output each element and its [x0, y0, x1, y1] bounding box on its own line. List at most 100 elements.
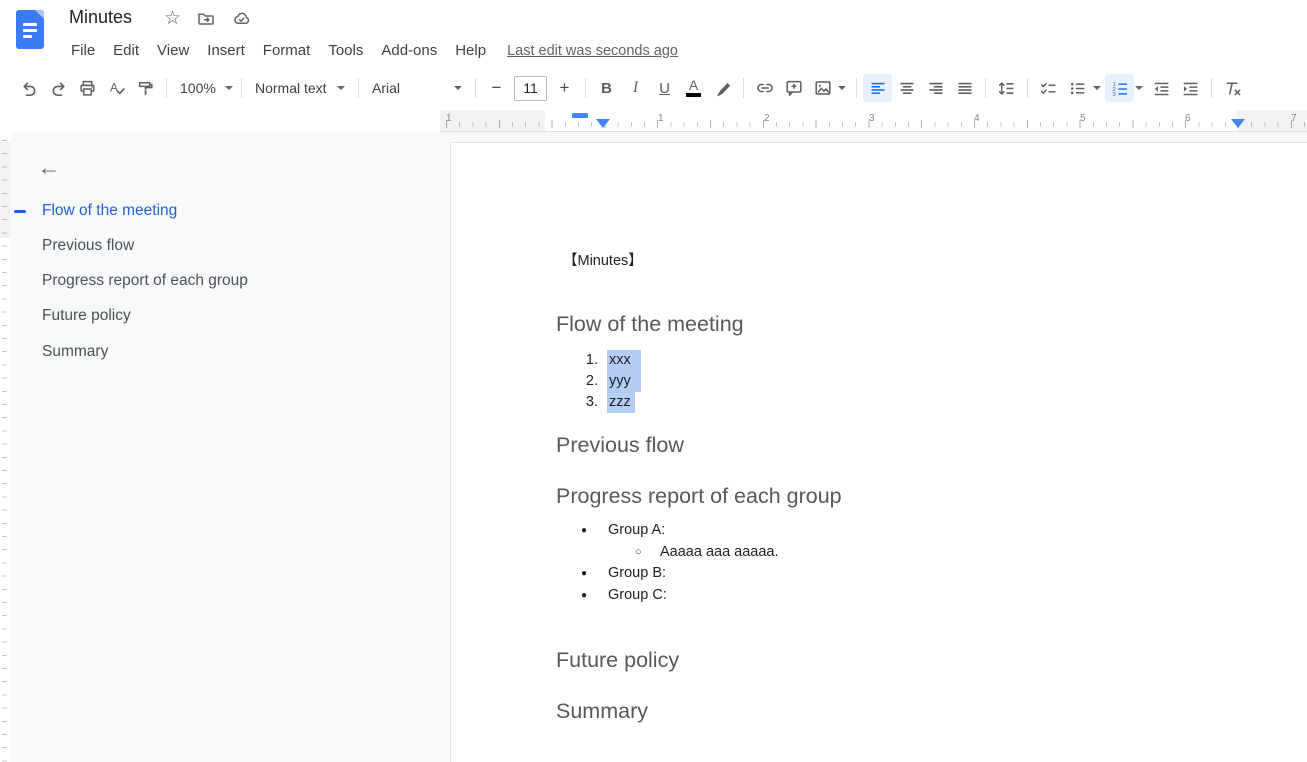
font-size-input[interactable]: 11 — [514, 76, 547, 101]
increase-font-size-button[interactable]: + — [550, 74, 579, 102]
last-edit-link[interactable]: Last edit was seconds ago — [507, 43, 678, 59]
selected-text[interactable]: zzz — [607, 392, 635, 413]
increase-indent-icon — [1181, 79, 1200, 98]
menu-format[interactable]: Format — [254, 39, 320, 62]
doc-heading-summary[interactable]: Summary — [556, 699, 648, 724]
bulleted-list-icon — [1068, 79, 1087, 98]
bold-button[interactable]: B — [592, 74, 621, 102]
list-number: 1. — [569, 350, 598, 371]
doc-kicker-line[interactable]: 【Minutes】 — [563, 249, 643, 270]
justify-icon — [956, 79, 974, 97]
menu-view[interactable]: View — [148, 39, 198, 62]
doc-heading-progress-report[interactable]: Progress report of each group — [556, 484, 842, 509]
doc-heading-future-policy[interactable]: Future policy — [556, 648, 679, 673]
svg-text:3: 3 — [1113, 92, 1117, 98]
numbered-list-icon: 1 2 3 — [1110, 79, 1129, 98]
docs-logo-icon[interactable] — [16, 10, 44, 49]
line-spacing-button[interactable] — [992, 74, 1021, 102]
highlighter-icon — [714, 79, 732, 97]
undo-icon — [20, 79, 39, 98]
spellcheck-button[interactable]: A — [102, 74, 131, 102]
line-spacing-icon — [997, 79, 1016, 98]
bulleted-list-button[interactable] — [1063, 74, 1092, 102]
undo-button[interactable] — [15, 74, 44, 102]
horizontal-ruler[interactable]: 1 1 2 3 4 5 6 7 — [440, 110, 1307, 132]
checklist-icon — [1039, 79, 1058, 98]
checklist-button[interactable] — [1034, 74, 1063, 102]
menu-file[interactable]: File — [62, 39, 104, 62]
close-outline-button[interactable]: ← — [32, 150, 66, 184]
outline-item-progress-report[interactable]: Progress report of each group — [42, 272, 248, 290]
vertical-ruler[interactable] — [0, 132, 10, 762]
add-comment-button[interactable] — [779, 74, 808, 102]
menu-insert[interactable]: Insert — [198, 39, 254, 62]
font-family-dropdown[interactable]: Arial — [365, 74, 469, 102]
paint-format-button[interactable] — [131, 74, 160, 102]
ruler-left-margin — [440, 110, 545, 131]
align-left-button[interactable] — [863, 74, 892, 102]
menu-help[interactable]: Help — [446, 39, 495, 62]
outline-active-indicator — [14, 210, 26, 213]
first-line-indent-marker[interactable] — [572, 113, 588, 118]
doc-heading-previous-flow[interactable]: Previous flow — [556, 433, 684, 458]
bullet-list-item[interactable]: ● Group B: — [451, 563, 1307, 584]
redo-button[interactable] — [44, 74, 73, 102]
bullet-list-item[interactable]: ● Group A: — [451, 520, 1307, 541]
star-icon[interactable]: ☆ — [164, 9, 181, 29]
bullet-list-item[interactable]: ● Group C: — [451, 585, 1307, 606]
numbered-list-item[interactable]: 3. zzz — [451, 392, 1307, 413]
increase-indent-button[interactable] — [1176, 74, 1205, 102]
text-color-button[interactable]: A — [679, 74, 708, 102]
italic-button[interactable]: I — [621, 74, 650, 102]
menu-edit[interactable]: Edit — [104, 39, 148, 62]
justify-button[interactable] — [950, 74, 979, 102]
zoom-dropdown[interactable]: 100% — [173, 74, 235, 102]
numbered-list-item[interactable]: 1. xxx — [451, 350, 1307, 371]
move-folder-icon[interactable] — [196, 9, 216, 29]
insert-link-button[interactable] — [750, 74, 779, 102]
numbered-list-button[interactable]: 1 2 3 — [1105, 74, 1134, 102]
ruler-number: 1 — [658, 113, 664, 124]
bullet-icon: ● — [581, 563, 587, 584]
bullet-icon: ● — [581, 585, 587, 606]
bulleted-list-options-caret[interactable] — [1093, 86, 1101, 90]
align-right-button[interactable] — [921, 74, 950, 102]
document-canvas: 【Minutes】 Flow of the meeting 1. xxx 2. … — [450, 132, 1307, 762]
numbered-list-item[interactable]: 2. yyy — [451, 371, 1307, 392]
left-indent-marker[interactable] — [596, 119, 610, 128]
numbered-list-options-caret[interactable] — [1135, 86, 1143, 90]
toolbar: A 100% Normal text Arial − 11 + — [0, 66, 1307, 110]
outline-item-summary[interactable]: Summary — [42, 343, 108, 361]
paragraph-style-dropdown[interactable]: Normal text — [248, 74, 352, 102]
doc-heading-flow-of-the-meeting[interactable]: Flow of the meeting — [556, 312, 744, 337]
insert-image-button[interactable] — [808, 74, 837, 102]
underline-button[interactable]: U — [650, 74, 679, 102]
selected-text[interactable]: yyy — [607, 371, 641, 392]
document-page[interactable]: 【Minutes】 Flow of the meeting 1. xxx 2. … — [450, 142, 1307, 762]
menubar: File Edit View Insert Format Tools Add-o… — [62, 39, 678, 62]
right-indent-marker[interactable] — [1231, 119, 1245, 128]
clear-formatting-button[interactable] — [1218, 74, 1247, 102]
paint-format-icon — [136, 79, 155, 98]
decrease-indent-button[interactable] — [1147, 74, 1176, 102]
text-color-icon: A — [686, 79, 701, 97]
selected-text[interactable]: xxx — [607, 350, 641, 371]
highlight-color-button[interactable] — [708, 74, 737, 102]
outline-item-future-policy[interactable]: Future policy — [42, 307, 131, 325]
comment-icon — [784, 78, 804, 98]
link-icon — [755, 78, 775, 98]
outline-item-flow-of-the-meeting[interactable]: Flow of the meeting — [42, 202, 177, 220]
menu-addons[interactable]: Add-ons — [372, 39, 446, 62]
decrease-font-size-button[interactable]: − — [482, 74, 511, 102]
image-options-caret[interactable] — [838, 86, 846, 90]
bullet-list-subitem[interactable]: ○ Aaaaa aaa aaaaa. — [451, 542, 1307, 563]
align-center-button[interactable] — [892, 74, 921, 102]
cloud-saved-icon[interactable] — [231, 9, 252, 29]
list-number: 2. — [569, 371, 598, 392]
ruler-number: 3 — [869, 113, 875, 124]
print-button[interactable] — [73, 74, 102, 102]
outline-item-previous-flow[interactable]: Previous flow — [42, 237, 134, 255]
menu-tools[interactable]: Tools — [319, 39, 372, 62]
document-title[interactable]: Minutes — [69, 7, 132, 28]
paragraph-style-value: Normal text — [255, 80, 327, 96]
